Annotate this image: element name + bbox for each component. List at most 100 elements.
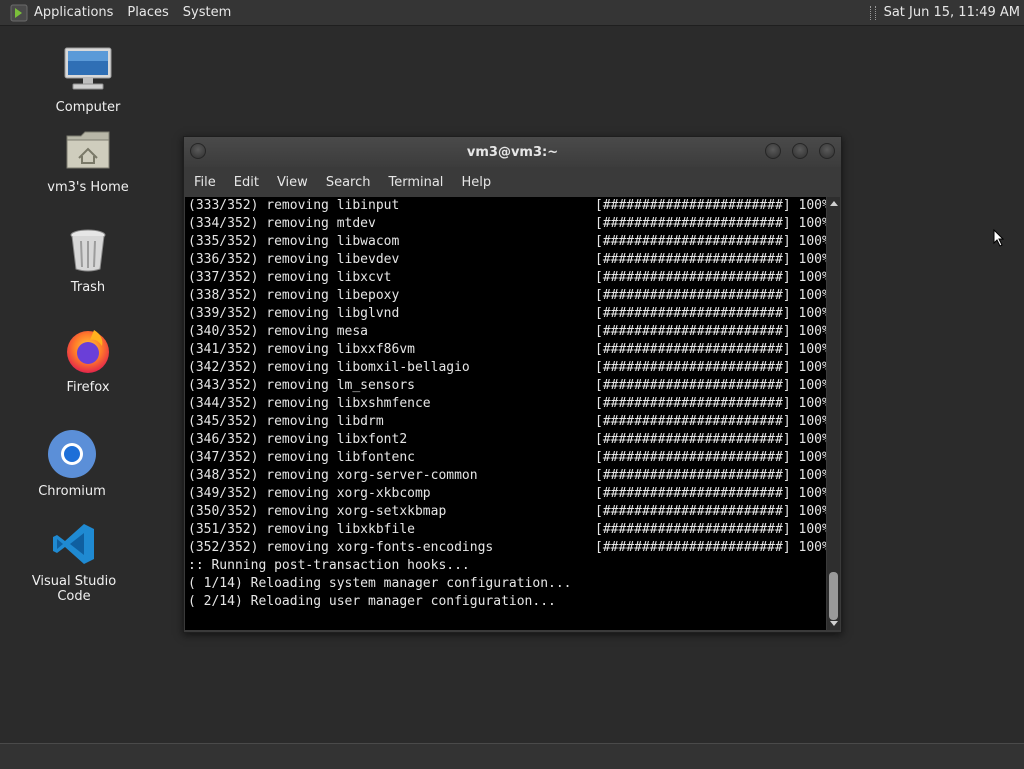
trash-icon	[62, 224, 114, 276]
window-title: vm3@vm3:~	[466, 144, 559, 160]
progress-bar-text: [#######################] 100%	[595, 450, 826, 465]
terminal-line-text: (341/352) removing libxxf86vm	[188, 342, 415, 357]
terminal-menubar: File Edit View Search Terminal Help	[184, 167, 841, 197]
menu-edit[interactable]: Edit	[234, 175, 259, 190]
progress-bar-text: [#######################] 100%	[595, 414, 826, 429]
progress-bar-text: [#######################] 100%	[595, 252, 826, 267]
progress-bar-text: [#######################] 100%	[595, 540, 826, 555]
progress-bar-text: [#######################] 100%	[595, 468, 826, 483]
top-panel: Applications Places System Sat Jun 15, 1…	[0, 0, 1024, 26]
terminal-line: (339/352) removing libglvnd [############…	[185, 305, 826, 323]
terminal-line: (342/352) removing libomxil-bellagio [###…	[185, 359, 826, 377]
terminal-line: (333/352) removing libinput [############…	[185, 197, 826, 215]
terminal-line: (338/352) removing libepoxy [############…	[185, 287, 826, 305]
menu-search[interactable]: Search	[326, 175, 371, 190]
terminal-line-text: (349/352) removing xorg-xkbcomp	[188, 486, 431, 501]
terminal-line-text: (345/352) removing libdrm	[188, 414, 384, 429]
terminal-line: (345/352) removing libdrm [##############…	[185, 413, 826, 431]
progress-bar-text: [#######################] 100%	[595, 324, 826, 339]
terminal-line: (337/352) removing libxcvt [#############…	[185, 269, 826, 287]
terminal-scrollbar[interactable]	[827, 197, 840, 630]
scroll-up-arrow-icon[interactable]	[830, 201, 838, 206]
terminal-line: ( 2/14) Reloading user manager configura…	[185, 593, 826, 611]
terminal-line-text: (336/352) removing libevdev	[188, 252, 400, 267]
clock[interactable]: Sat Jun 15, 11:49 AM	[884, 5, 1020, 20]
desktop-icon-computer[interactable]: Computer	[28, 44, 148, 115]
terminal-line-text: ( 1/14) Reloading system manager configu…	[188, 576, 572, 591]
scroll-down-arrow-icon[interactable]	[830, 621, 838, 626]
minimize-button[interactable]	[765, 143, 781, 159]
window-menu-button[interactable]	[190, 143, 206, 159]
menu-help[interactable]: Help	[461, 175, 491, 190]
progress-bar-text: [#######################] 100%	[595, 198, 826, 213]
desktop-icon-label: Chromium	[38, 484, 106, 499]
desktop-icon-home[interactable]: vm3's Home	[28, 124, 148, 195]
terminal-line-text: (344/352) removing libxshmfence	[188, 396, 431, 411]
terminal-line: (344/352) removing libxshmfence [########…	[185, 395, 826, 413]
terminal-line: (348/352) removing xorg-server-common [##…	[185, 467, 826, 485]
menu-view[interactable]: View	[277, 175, 308, 190]
firefox-icon	[62, 324, 114, 376]
progress-bar-text: [#######################] 100%	[595, 288, 826, 303]
menu-file[interactable]: File	[194, 175, 216, 190]
terminal-line-text: (343/352) removing lm_sensors	[188, 378, 415, 393]
terminal-line: (352/352) removing xorg-fonts-encodings […	[185, 539, 826, 557]
terminal-line-text: (346/352) removing libxfont2	[188, 432, 408, 447]
panel-drag-handle[interactable]	[869, 5, 876, 20]
menu-terminal[interactable]: Terminal	[388, 175, 443, 190]
terminal-line-text: (334/352) removing mtdev	[188, 216, 376, 231]
terminal-line-text: (352/352) removing xorg-fonts-encodings	[188, 540, 494, 555]
close-button[interactable]	[819, 143, 835, 159]
terminal-line: (335/352) removing libwacom [############…	[185, 233, 826, 251]
progress-bar-text: [#######################] 100%	[595, 486, 826, 501]
progress-bar-text: [#######################] 100%	[595, 432, 826, 447]
desktop-icon-firefox[interactable]: Firefox	[28, 324, 148, 395]
progress-bar-text: [#######################] 100%	[595, 306, 826, 321]
terminal-line: (336/352) removing libevdev [############…	[185, 251, 826, 269]
terminal-line: :: Running post-transaction hooks...	[185, 557, 826, 575]
progress-bar-text: [#######################] 100%	[595, 522, 826, 537]
terminal-line: (334/352) removing mtdev [###############…	[185, 215, 826, 233]
desktop-icon-label: Trash	[70, 280, 106, 295]
terminal-line: (350/352) removing xorg-setxkbmap [######…	[185, 503, 826, 521]
terminal-line-text: (337/352) removing libxcvt	[188, 270, 392, 285]
desktop-icon-label: vm3's Home	[47, 180, 129, 195]
desktop-icon-label: Visual Studio Code	[31, 574, 117, 604]
terminal-line-text: (338/352) removing libepoxy	[188, 288, 400, 303]
applications-menu[interactable]: Applications	[34, 5, 113, 20]
progress-bar-text: [#######################] 100%	[595, 342, 826, 357]
places-menu[interactable]: Places	[127, 5, 168, 20]
desktop-icon-vscode[interactable]: Visual Studio Code	[14, 518, 134, 604]
progress-bar-text: [#######################] 100%	[595, 504, 826, 519]
home-folder-icon	[62, 124, 114, 176]
desktop-icon-trash[interactable]: Trash	[28, 224, 148, 295]
computer-icon	[62, 44, 114, 96]
desktop-icon-chromium[interactable]: Chromium	[12, 428, 132, 499]
terminal-line-text: (342/352) removing libomxil-bellagio	[188, 360, 470, 375]
bottom-panel	[0, 743, 1024, 769]
scrollbar-thumb[interactable]	[829, 572, 838, 620]
terminal-line-text: (335/352) removing libwacom	[188, 234, 400, 249]
terminal-line: (340/352) removing mesa [################…	[185, 323, 826, 341]
terminal-line: (346/352) removing libxfont2 [###########…	[185, 431, 826, 449]
mate-menu-icon[interactable]	[10, 4, 28, 22]
terminal-output[interactable]: (333/352) removing libinput [############…	[185, 197, 826, 630]
mouse-pointer-icon	[993, 228, 1005, 251]
terminal-line-text: ( 2/14) Reloading user manager configura…	[188, 594, 556, 609]
terminal-window[interactable]: vm3@vm3:~ File Edit View Search Terminal…	[183, 136, 842, 633]
terminal-line-text: (348/352) removing xorg-server-common	[188, 468, 478, 483]
terminal-line-text: (333/352) removing libinput	[188, 198, 400, 213]
window-titlebar[interactable]: vm3@vm3:~	[184, 137, 841, 167]
terminal-line-text: :: Running post-transaction hooks...	[188, 558, 470, 573]
maximize-button[interactable]	[792, 143, 808, 159]
terminal-line: ( 1/14) Reloading system manager configu…	[185, 575, 826, 593]
progress-bar-text: [#######################] 100%	[595, 270, 826, 285]
progress-bar-text: [#######################] 100%	[595, 234, 826, 249]
progress-bar-text: [#######################] 100%	[595, 396, 826, 411]
system-menu[interactable]: System	[183, 5, 231, 20]
terminal-line: (349/352) removing xorg-xkbcomp [########…	[185, 485, 826, 503]
vscode-icon	[48, 518, 100, 570]
terminal-line: (343/352) removing lm_sensors [##########…	[185, 377, 826, 395]
terminal-line-text: (351/352) removing libxkbfile	[188, 522, 415, 537]
desktop-icon-label: Firefox	[66, 380, 110, 395]
